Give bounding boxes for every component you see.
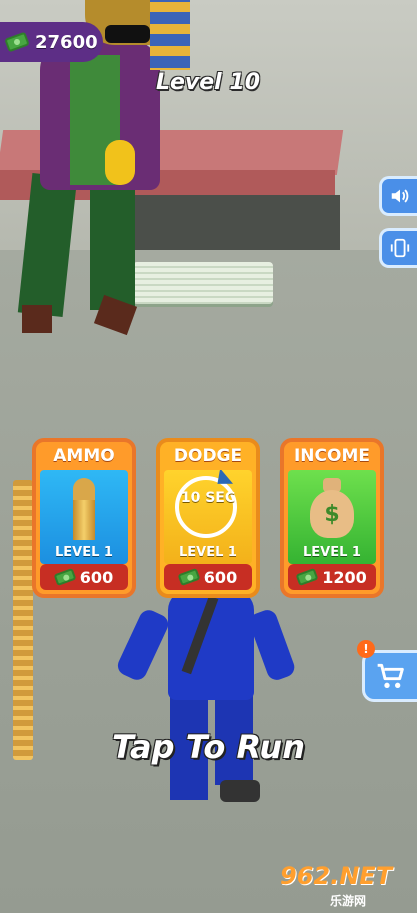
- card-price[interactable]: 1200: [288, 564, 376, 590]
- watermark-main: 962.NET: [280, 862, 393, 890]
- card-title: INCOME: [293, 446, 370, 466]
- bench-base: [130, 195, 340, 250]
- cash-icon: [177, 567, 201, 587]
- cash-icon: [53, 567, 77, 587]
- upgrade-card-dodge[interactable]: DODGE 10 SEC LEVEL 1 600: [156, 438, 260, 598]
- money-bag-icon: $: [310, 478, 354, 540]
- card-price[interactable]: 600: [164, 564, 252, 590]
- shopping-cart-icon: [377, 663, 404, 688]
- price-value: 1200: [322, 567, 367, 587]
- bag-symbol: $: [310, 490, 354, 538]
- money-counter: 27600: [0, 22, 103, 62]
- vibration-button[interactable]: [379, 228, 417, 268]
- timer-text: 10 SEC: [180, 490, 236, 506]
- speaker-icon: [391, 189, 408, 203]
- watermark-logo: 962.NET 乐游网: [280, 862, 413, 910]
- cash-icon: [4, 31, 30, 53]
- upgrade-card-income[interactable]: INCOME $ LEVEL 1 1200: [280, 438, 384, 598]
- card-panel: 10 SEC LEVEL 1: [164, 470, 252, 564]
- ammo-bar: [13, 480, 33, 760]
- watermark-sub: 乐游网: [330, 894, 367, 908]
- card-panel: LEVEL 1: [40, 470, 128, 564]
- shop-alert-badge: !: [357, 640, 375, 658]
- cash-pile: [133, 262, 273, 304]
- card-price[interactable]: 600: [40, 564, 128, 590]
- bullet-icon: [73, 478, 95, 540]
- card-panel: $ LEVEL 1: [288, 470, 376, 564]
- card-level: LEVEL 1: [179, 545, 237, 560]
- shop-button[interactable]: [362, 650, 417, 702]
- upgrade-card-ammo[interactable]: AMMO LEVEL 1 600: [32, 438, 136, 598]
- card-title: AMMO: [53, 446, 115, 466]
- tap-to-run-prompt[interactable]: Tap To Run: [0, 728, 417, 766]
- vibration-icon: [390, 238, 409, 258]
- card-level: LEVEL 1: [55, 545, 113, 560]
- card-level: LEVEL 1: [303, 545, 361, 560]
- cash-icon: [295, 567, 319, 587]
- sound-button[interactable]: [379, 176, 417, 216]
- player-character: [114, 590, 298, 810]
- price-value: 600: [203, 567, 238, 587]
- level-title: Level 10: [155, 70, 261, 95]
- money-amount: 27600: [35, 31, 98, 53]
- price-value: 600: [79, 567, 114, 587]
- card-title: DODGE: [173, 446, 243, 466]
